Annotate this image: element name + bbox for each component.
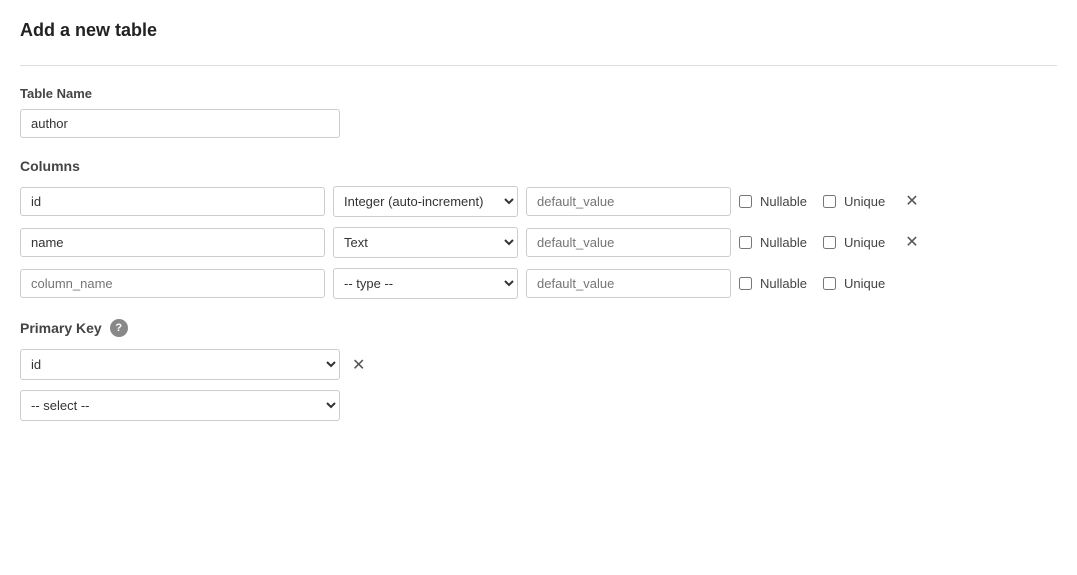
- column-default-input[interactable]: [526, 228, 731, 257]
- column-name-input[interactable]: [20, 269, 325, 298]
- column-default-input[interactable]: [526, 187, 731, 216]
- unique-label: Unique: [844, 276, 885, 291]
- table-name-section: Table Name: [20, 86, 1057, 138]
- page-title: Add a new table: [20, 20, 1057, 41]
- primary-key-row: -- select -- id name: [20, 390, 1057, 421]
- nullable-label: Nullable: [760, 194, 807, 209]
- nullable-checkbox[interactable]: [739, 277, 752, 290]
- table-name-label: Table Name: [20, 86, 1057, 101]
- divider-top: [20, 65, 1057, 66]
- unique-label: Unique: [844, 194, 885, 209]
- nullable-label: Nullable: [760, 276, 807, 291]
- remove-pk-button[interactable]: ✕: [348, 355, 369, 375]
- nullable-checkbox[interactable]: [739, 195, 752, 208]
- page-container: Add a new table Table Name Columns Integ…: [0, 0, 1077, 575]
- primary-key-select[interactable]: id name -- select --: [20, 349, 340, 380]
- help-icon[interactable]: ?: [110, 319, 128, 337]
- nullable-label: Nullable: [760, 235, 807, 250]
- unique-label: Unique: [844, 235, 885, 250]
- remove-column-button[interactable]: ✕: [901, 235, 922, 251]
- table-name-input[interactable]: [20, 109, 340, 138]
- column-type-select[interactable]: -- type -- Integer (auto-increment) Text…: [333, 268, 518, 299]
- column-row: Integer (auto-increment) Text Integer Fl…: [20, 186, 1057, 217]
- column-type-select[interactable]: Integer (auto-increment) Text Integer Fl…: [333, 227, 518, 258]
- remove-column-button[interactable]: ✕: [901, 194, 922, 210]
- column-name-input[interactable]: [20, 187, 325, 216]
- primary-key-row: id name -- select -- ✕: [20, 349, 1057, 380]
- unique-checkbox[interactable]: [823, 236, 836, 249]
- column-type-select[interactable]: Integer (auto-increment) Text Integer Fl…: [333, 186, 518, 217]
- primary-key-title: Primary Key: [20, 320, 102, 336]
- unique-checkbox[interactable]: [823, 195, 836, 208]
- nullable-checkbox[interactable]: [739, 236, 752, 249]
- primary-key-select[interactable]: -- select -- id name: [20, 390, 340, 421]
- unique-checkbox[interactable]: [823, 277, 836, 290]
- column-name-input[interactable]: [20, 228, 325, 257]
- columns-label: Columns: [20, 158, 1057, 174]
- primary-key-label-row: Primary Key ?: [20, 319, 1057, 337]
- primary-key-section: Primary Key ? id name -- select -- ✕ -- …: [20, 319, 1057, 421]
- column-default-input[interactable]: [526, 269, 731, 298]
- columns-section: Columns Integer (auto-increment) Text In…: [20, 158, 1057, 299]
- column-row: Integer (auto-increment) Text Integer Fl…: [20, 227, 1057, 258]
- column-row: -- type -- Integer (auto-increment) Text…: [20, 268, 1057, 299]
